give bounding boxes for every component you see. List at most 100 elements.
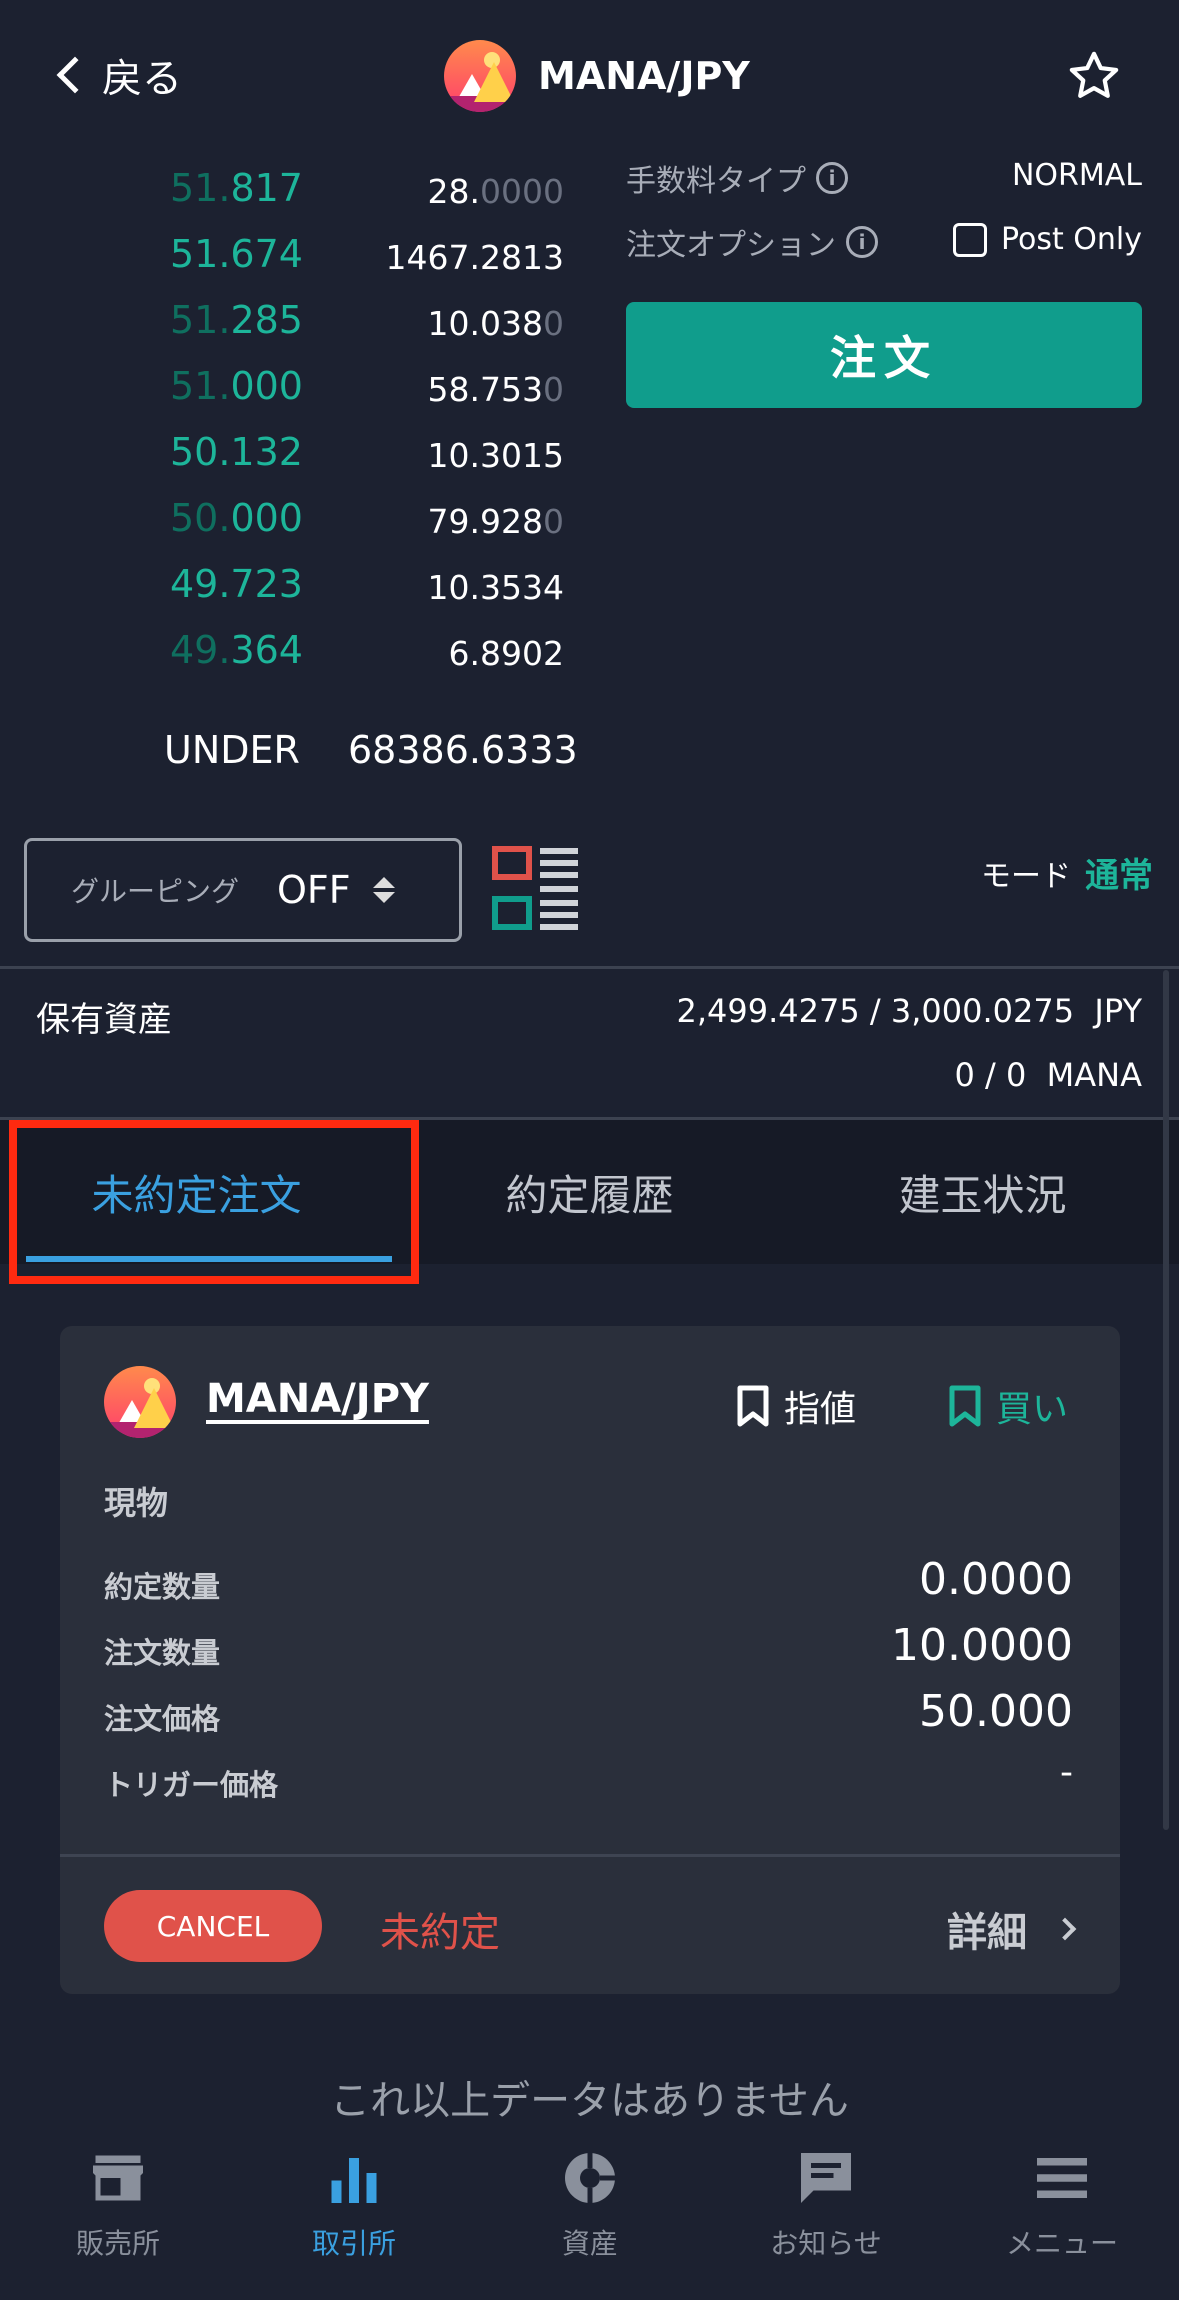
order-qty-label: 注文数量	[104, 1636, 221, 1670]
filled-qty-value: 0.0000	[919, 1554, 1073, 1605]
nav-item-exchange[interactable]: 取引所	[236, 2148, 472, 2262]
assets-label: 保有資産	[36, 1000, 172, 1040]
chevron-left-icon	[56, 56, 94, 94]
info-icon[interactable]: i	[816, 162, 848, 194]
book-layout-icon[interactable]	[492, 846, 580, 932]
order-status: 未約定	[380, 1910, 500, 1956]
trigger-price-label: トリガー価格	[104, 1768, 279, 1802]
orderbook-row[interactable]: 51.674 1467.2813	[0, 232, 600, 298]
mana-logo-icon	[104, 1366, 176, 1438]
orderbook-price: 51.817	[170, 166, 303, 210]
checkbox-icon	[952, 222, 987, 257]
mode-label: モード	[981, 858, 1071, 894]
tab-positions[interactable]: 建玉状況	[786, 1120, 1179, 1264]
filled-qty-label: 約定数量	[104, 1570, 221, 1604]
nav-item-assets[interactable]: 資産	[472, 2148, 708, 2262]
orderbook-row[interactable]: 51.817 28.0000	[0, 166, 600, 232]
orderbook-row[interactable]: 49.364 6.8902	[0, 628, 600, 694]
order-type-tag: 指値	[736, 1380, 856, 1432]
divider	[0, 966, 1179, 969]
chevron-right-icon	[1053, 1917, 1077, 1941]
order-side-tag: 買い	[948, 1380, 1068, 1432]
details-label: 詳細	[947, 1910, 1027, 1956]
order-option-label: 注文オプション i	[626, 220, 878, 264]
nav-label: 資産	[561, 2227, 618, 2260]
order-button[interactable]: 注文	[626, 302, 1142, 408]
no-more-data-text: これ以上データはありません	[330, 2078, 849, 2124]
product-type-label: 現物	[104, 1484, 169, 1522]
details-button[interactable]: 詳細	[947, 1900, 1077, 1958]
annotation-highlight-box	[9, 1120, 419, 1284]
orderbook-row[interactable]: 50.132 10.3015	[0, 430, 600, 496]
cancel-button[interactable]: CANCEL	[104, 1890, 322, 1962]
orderbook-qty: 58.7530	[427, 370, 564, 409]
nav-item-sales[interactable]: 販売所	[0, 2148, 236, 2262]
sort-arrows-icon	[372, 877, 395, 903]
orderbook-qty: 10.3015	[427, 436, 564, 475]
bottom-nav: 販売所 取引所 資産 お知らせ メニュー	[0, 2120, 1179, 2300]
mode-toggle[interactable]: モード 通常	[981, 848, 1153, 897]
assets-jpy: 2,499.4275 / 3,000.0275 JPY	[676, 992, 1142, 1030]
orderbook-qty: 28.0000	[427, 172, 564, 211]
under-value: 68386.6333	[348, 728, 578, 772]
orderbook-price: 51.674	[170, 232, 303, 276]
orderbook-price: 51.285	[170, 298, 303, 342]
order-option-label-text: 注文オプション	[626, 228, 836, 263]
store-icon	[93, 2155, 143, 2201]
post-only-label: Post Only	[1000, 222, 1142, 257]
page-title: MANA/JPY	[444, 40, 750, 112]
orderbook-row[interactable]: 49.723 10.3534	[0, 562, 600, 628]
order-price-value: 50.000	[919, 1686, 1073, 1737]
assets-mana: 0 / 0 MANA	[954, 1056, 1142, 1094]
orderbook-price: 50.000	[170, 496, 303, 540]
nav-label: 取引所	[311, 2227, 396, 2260]
orderbook-price: 51.000	[170, 364, 303, 408]
grouping-value: OFF	[277, 868, 351, 912]
bookmark-icon	[736, 1385, 770, 1427]
message-icon	[801, 2153, 851, 2203]
nav-item-notices[interactable]: お知らせ	[708, 2148, 944, 2262]
nav-label: お知らせ	[770, 2227, 882, 2260]
grouping-select[interactable]: グルーピング OFF	[24, 838, 462, 942]
back-label: 戻る	[102, 56, 182, 102]
mana-logo-icon	[444, 40, 516, 112]
fee-type-label-text: 手数料タイプ	[626, 164, 806, 199]
info-icon[interactable]: i	[846, 226, 878, 258]
order-qty-value: 10.0000	[891, 1620, 1073, 1671]
orderbook-price: 49.723	[170, 562, 303, 606]
pie-chart-icon	[565, 2150, 618, 2206]
post-only-checkbox[interactable]: Post Only	[952, 222, 1142, 257]
orderbook-price: 50.132	[170, 430, 303, 474]
orderbook-qty: 79.9280	[427, 502, 564, 541]
order-price-label: 注文価格	[104, 1702, 221, 1736]
divider	[60, 1854, 1120, 1857]
orderbook-row[interactable]: 50.000 79.9280	[0, 496, 600, 562]
orderbook-qty: 6.8902	[448, 634, 564, 673]
order-type-text: 指値	[784, 1389, 857, 1430]
nav-item-menu[interactable]: メニュー	[944, 2148, 1179, 2262]
orderbook-row[interactable]: 51.000 58.7530	[0, 364, 600, 430]
nav-label: メニュー	[1005, 2227, 1118, 2260]
order-side-text: 買い	[996, 1389, 1069, 1430]
nav-label: 販売所	[75, 2227, 160, 2260]
mode-value: 通常	[1085, 856, 1153, 896]
trigger-price-value: -	[1060, 1752, 1073, 1793]
under-label: UNDER	[164, 728, 300, 772]
pair-title-text: MANA/JPY	[538, 54, 750, 98]
fee-type-label: 手数料タイプ i	[626, 156, 848, 200]
bar-chart-icon	[331, 2158, 377, 2203]
orderbook-qty: 10.0380	[427, 304, 564, 343]
order-pair-link[interactable]: MANA/JPY	[206, 1376, 429, 1422]
fee-type-value: NORMAL	[1011, 158, 1142, 193]
orderbook-price: 49.364	[170, 628, 303, 672]
hamburger-menu-icon	[1037, 2158, 1087, 2198]
orderbook-qty: 10.3534	[427, 568, 564, 607]
favorite-star-icon[interactable]	[1066, 48, 1122, 104]
orderbook-row[interactable]: 51.285 10.0380	[0, 298, 600, 364]
orderbook-qty: 1467.2813	[385, 238, 564, 277]
tab-trade-history[interactable]: 約定履歴	[393, 1120, 786, 1264]
scrollbar[interactable]	[1163, 970, 1169, 1830]
grouping-label: グルーピング	[71, 875, 240, 908]
bookmark-icon	[948, 1385, 982, 1427]
back-button[interactable]: 戻る	[52, 40, 182, 110]
